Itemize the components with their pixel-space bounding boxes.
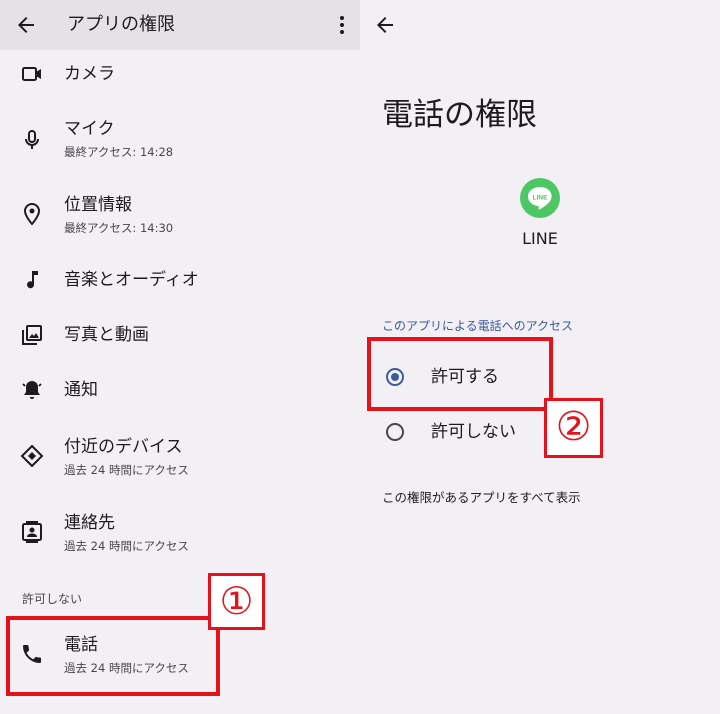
permission-item-photos-videos[interactable]: 写真と動画: [0, 313, 360, 357]
option-deny[interactable]: 許可しない: [360, 411, 720, 455]
permission-label: 位置情報: [64, 195, 132, 215]
back-arrow-icon[interactable]: [14, 13, 38, 37]
permission-item-location[interactable]: 位置情報 最終アクセス: 14:30: [0, 188, 360, 244]
show-all-apps-link[interactable]: この権限があるアプリをすべて表示: [382, 487, 581, 506]
permission-label: 通知: [64, 380, 98, 400]
permission-last-access: 過去 24 時間にアクセス: [64, 463, 189, 477]
app-name: LINE: [522, 229, 558, 248]
phone-permission-screen: 電話の権限 LINE LINE このアプリによる電話へのアクセス 許可する 許可…: [360, 0, 720, 714]
permission-item-notifications[interactable]: 通知: [0, 368, 360, 412]
app-permissions-screen: アプリの権限 カメラ マイク 最終アクセス: 14:28 位置情報 最終アクセス…: [0, 0, 360, 714]
permission-last-access: 最終アクセス: 14:28: [64, 145, 174, 159]
annotation-highlight-phone: [6, 616, 220, 696]
more-options-icon[interactable]: [330, 13, 354, 37]
contacts-icon: [22, 521, 42, 543]
annotation-step-1: ①: [208, 573, 265, 630]
page-title: アプリの権限: [67, 14, 175, 35]
permission-item-microphone[interactable]: マイク 最終アクセス: 14:28: [0, 112, 360, 168]
top-app-bar: アプリの権限: [0, 0, 360, 50]
page-title: 電話の権限: [382, 97, 537, 133]
permission-item-camera[interactable]: カメラ: [0, 52, 360, 96]
deny-section-header: 許可しない: [22, 592, 83, 606]
line-app-icon: LINE: [520, 178, 560, 218]
permission-label: 写真と動画: [64, 325, 149, 345]
permission-last-access: 過去 24 時間にアクセス: [64, 539, 189, 553]
permission-item-music-audio[interactable]: 音楽とオーディオ: [0, 258, 360, 302]
nearby-devices-icon: [20, 444, 44, 468]
camera-icon: [22, 67, 41, 81]
access-section-header: このアプリによる電話へのアクセス: [382, 319, 574, 333]
photo-library-icon: [22, 325, 42, 345]
permission-label: 連絡先: [64, 513, 115, 533]
permission-label: 付近のデバイス: [64, 437, 183, 457]
annotation-step-2: ②: [544, 398, 603, 458]
radio-deny[interactable]: [386, 423, 404, 441]
permission-label: マイク: [64, 119, 115, 139]
line-logo-text: LINE: [533, 195, 548, 202]
permission-label: カメラ: [64, 64, 115, 84]
annotation-highlight-allow: [367, 337, 553, 411]
microphone-icon: [25, 130, 39, 149]
music-note-icon: [27, 271, 38, 289]
permission-item-contacts[interactable]: 連絡先 過去 24 時間にアクセス: [0, 506, 360, 562]
back-arrow-icon[interactable]: [373, 13, 397, 37]
option-deny-label: 許可しない: [431, 422, 516, 442]
notification-bell-icon: [22, 381, 42, 399]
permission-item-nearby-devices[interactable]: 付近のデバイス 過去 24 時間にアクセス: [0, 430, 360, 486]
permission-label: 音楽とオーディオ: [64, 270, 199, 290]
location-pin-icon: [23, 202, 41, 226]
permission-last-access: 最終アクセス: 14:30: [64, 221, 174, 235]
